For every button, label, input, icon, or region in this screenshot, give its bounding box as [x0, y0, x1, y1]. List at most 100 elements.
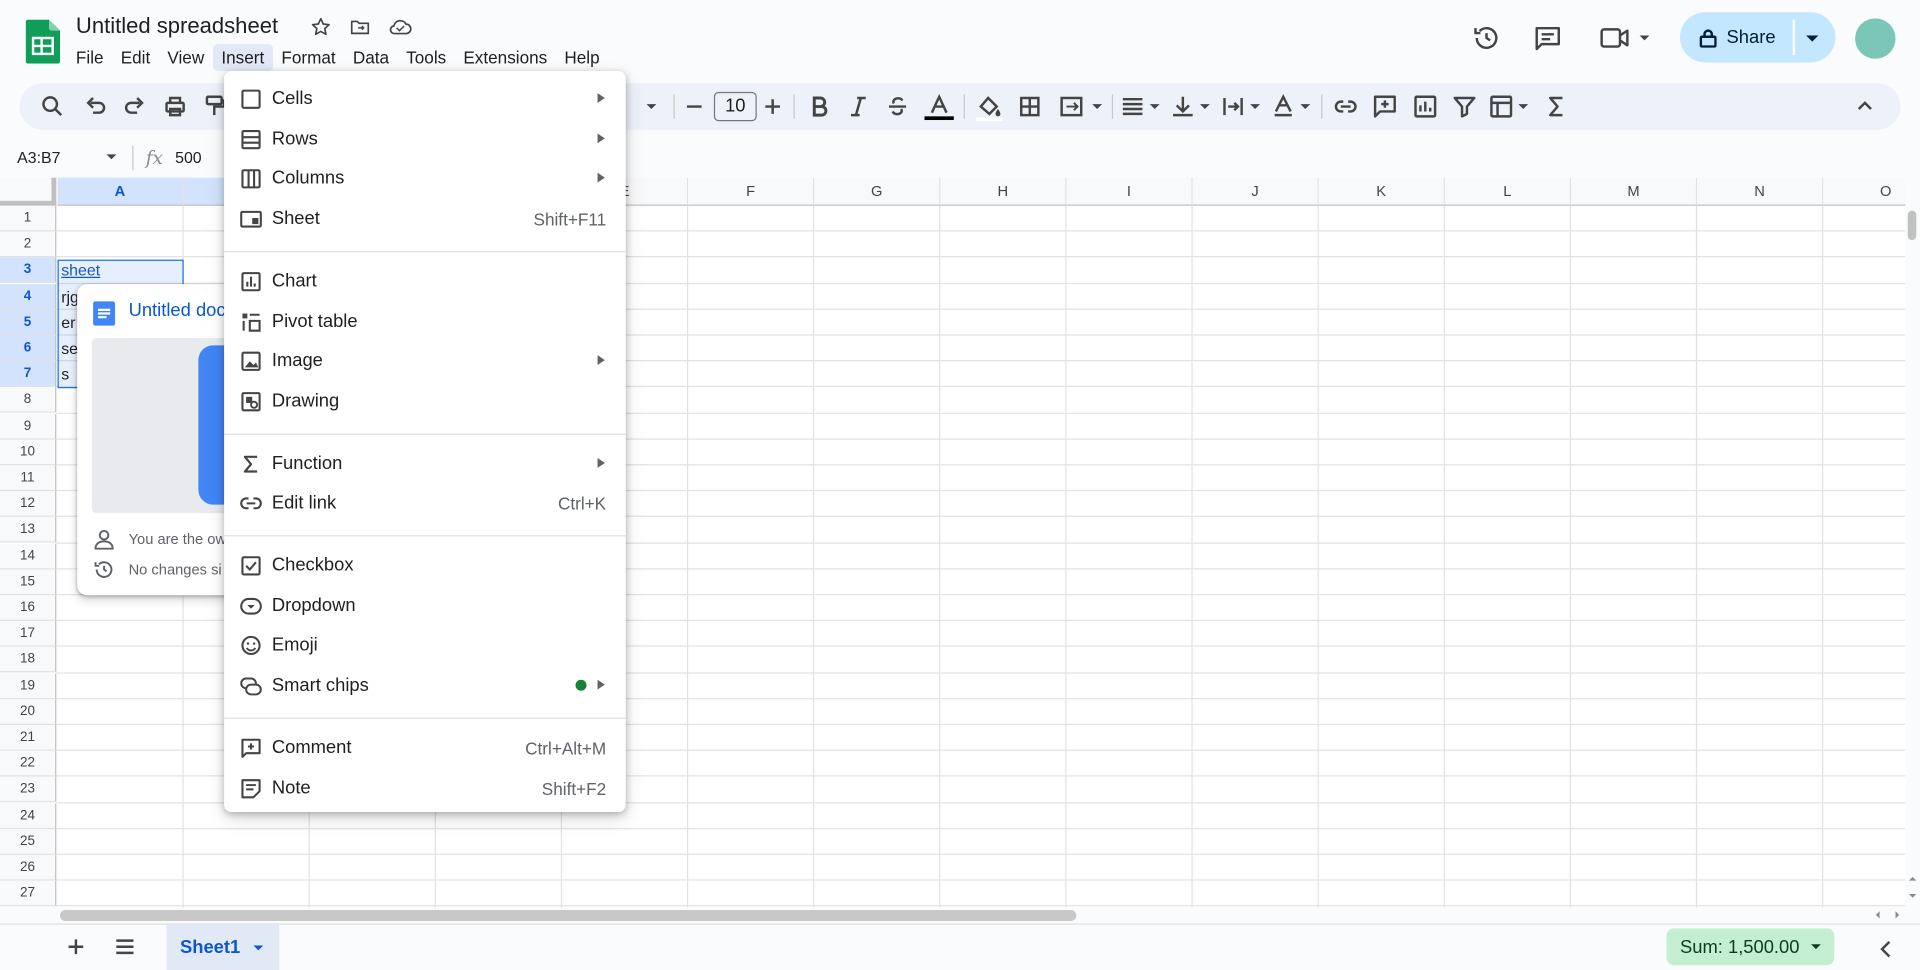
menu-item-image[interactable]: Image — [224, 342, 626, 381]
menu-item-rows[interactable]: Rows — [224, 120, 626, 159]
document-title[interactable]: Untitled spreadsheet — [76, 13, 278, 39]
column-header-g[interactable]: G — [814, 177, 941, 206]
cell-a3[interactable]: sheet — [61, 261, 100, 279]
row-header-22[interactable]: 22 — [0, 750, 57, 777]
row-header-1[interactable]: 1 — [0, 205, 57, 232]
column-header-l[interactable]: L — [1444, 177, 1572, 206]
row-header-4[interactable]: 4 — [0, 283, 57, 310]
font-dropdown-caret-icon[interactable] — [639, 94, 663, 118]
menu-item-pivot-table[interactable]: Pivot table — [224, 302, 626, 341]
row-header-23[interactable]: 23 — [0, 776, 57, 803]
decrease-font-size-icon[interactable] — [682, 94, 706, 118]
scroll-down-arrow-icon[interactable] — [1907, 890, 1919, 902]
search-menus-icon[interactable] — [40, 94, 64, 118]
row-header-21[interactable]: 21 — [0, 725, 57, 751]
side-panel-toggle-icon[interactable] — [1873, 937, 1897, 961]
fill-color-icon[interactable] — [975, 94, 1003, 122]
vertical-scroll-thumb[interactable] — [1907, 210, 1917, 241]
cell-a7[interactable]: s — [61, 365, 69, 383]
name-box-dropdown-icon[interactable] — [105, 152, 117, 162]
row-header-20[interactable]: 20 — [0, 699, 57, 725]
menu-item-checkbox[interactable]: Checkbox — [224, 546, 626, 585]
comments-icon[interactable] — [1533, 23, 1562, 52]
row-header-13[interactable]: 13 — [0, 517, 57, 544]
sheets-logo-icon[interactable] — [25, 19, 61, 64]
menu-tools[interactable]: Tools — [398, 44, 455, 71]
strikethrough-icon[interactable] — [885, 94, 909, 118]
functions-sigma-icon[interactable] — [1544, 94, 1568, 118]
paint-format-icon[interactable] — [202, 94, 226, 118]
menu-item-note[interactable]: Note Shift+F2 — [224, 769, 626, 808]
italic-icon[interactable] — [846, 94, 870, 118]
formula-input[interactable]: 500 — [175, 148, 202, 166]
row-header-3[interactable]: 3 — [0, 257, 57, 284]
version-history-icon[interactable] — [1472, 23, 1501, 52]
row-header-11[interactable]: 11 — [0, 465, 57, 492]
column-header-f[interactable]: F — [688, 177, 815, 206]
menu-item-smart-chips[interactable]: Smart chips — [224, 666, 626, 705]
menu-extensions[interactable]: Extensions — [455, 44, 556, 71]
row-header-2[interactable]: 2 — [0, 231, 57, 258]
column-header-o[interactable]: O — [1823, 177, 1906, 206]
menu-item-emoji[interactable]: Emoji — [224, 626, 626, 665]
row-header-19[interactable]: 19 — [0, 673, 57, 699]
row-header-16[interactable]: 16 — [0, 595, 57, 621]
menu-item-edit-link[interactable]: Edit link Ctrl+K — [224, 484, 626, 523]
row-header-8[interactable]: 8 — [0, 387, 57, 414]
row-header-24[interactable]: 24 — [0, 802, 57, 829]
menu-item-comment[interactable]: Comment Ctrl+Alt+M — [224, 728, 626, 767]
avatar[interactable] — [1855, 18, 1896, 59]
row-header-18[interactable]: 18 — [0, 647, 57, 673]
column-header-h[interactable]: H — [940, 177, 1067, 206]
sheet-tab-sheet1[interactable]: Sheet1 — [166, 924, 280, 970]
star-icon[interactable] — [310, 16, 332, 38]
column-header-k[interactable]: K — [1318, 177, 1445, 206]
text-rotation-icon[interactable] — [1271, 94, 1313, 118]
filter-icon[interactable] — [1452, 94, 1476, 118]
font-size-input[interactable]: 10 — [713, 91, 757, 122]
row-header-7[interactable]: 7 — [0, 361, 57, 388]
row-header-26[interactable]: 26 — [0, 854, 57, 881]
chip-document-title[interactable]: Untitled doc — [129, 300, 226, 321]
filter-views-icon[interactable] — [1489, 94, 1533, 118]
select-all-corner[interactable] — [0, 177, 57, 206]
row-header-6[interactable]: 6 — [0, 335, 57, 362]
scroll-right-arrow-icon[interactable] — [1892, 909, 1904, 921]
vertical-align-icon[interactable] — [1171, 94, 1213, 118]
increase-font-size-icon[interactable] — [760, 94, 784, 118]
scroll-up-arrow-icon[interactable] — [1907, 872, 1919, 884]
sheet-tab-menu-icon[interactable] — [251, 940, 266, 955]
insert-link-icon[interactable] — [1333, 94, 1357, 118]
row-header-10[interactable]: 10 — [0, 439, 57, 466]
undo-icon[interactable] — [83, 94, 107, 118]
row-header-5[interactable]: 5 — [0, 309, 57, 336]
row-header-14[interactable]: 14 — [0, 543, 57, 570]
row-header-9[interactable]: 9 — [0, 413, 57, 440]
row-header-25[interactable]: 25 — [0, 828, 57, 855]
row-header-27[interactable]: 27 — [0, 880, 57, 907]
menu-item-columns[interactable]: Columns — [224, 160, 626, 199]
row-header-12[interactable]: 12 — [0, 491, 57, 518]
meet-icon[interactable] — [1599, 23, 1653, 52]
share-dropdown-icon[interactable] — [1802, 28, 1822, 48]
add-sheet-icon[interactable] — [64, 934, 88, 958]
row-header-15[interactable]: 15 — [0, 569, 57, 595]
menu-view[interactable]: View — [159, 44, 213, 71]
cell-a5[interactable]: er — [61, 313, 75, 331]
column-header-i[interactable]: I — [1066, 177, 1193, 206]
menu-item-drawing[interactable]: Drawing — [224, 382, 626, 421]
all-sheets-icon[interactable] — [113, 934, 137, 958]
vertical-scrollbar[interactable] — [1905, 205, 1920, 908]
bold-icon[interactable] — [807, 94, 831, 118]
cell-a6[interactable]: se — [61, 339, 78, 357]
print-icon[interactable] — [163, 94, 187, 118]
menu-item-cells[interactable]: Cells — [224, 80, 626, 119]
column-header-n[interactable]: N — [1697, 177, 1824, 206]
column-header-a[interactable]: A — [57, 177, 184, 206]
column-header-m[interactable]: M — [1571, 177, 1698, 206]
menu-data[interactable]: Data — [344, 44, 397, 71]
collapse-menus-icon[interactable] — [1853, 94, 1877, 118]
menu-item-chart[interactable]: Chart — [224, 262, 626, 301]
horizontal-scroll-thumb[interactable] — [60, 909, 1077, 922]
borders-icon[interactable] — [1018, 94, 1042, 118]
